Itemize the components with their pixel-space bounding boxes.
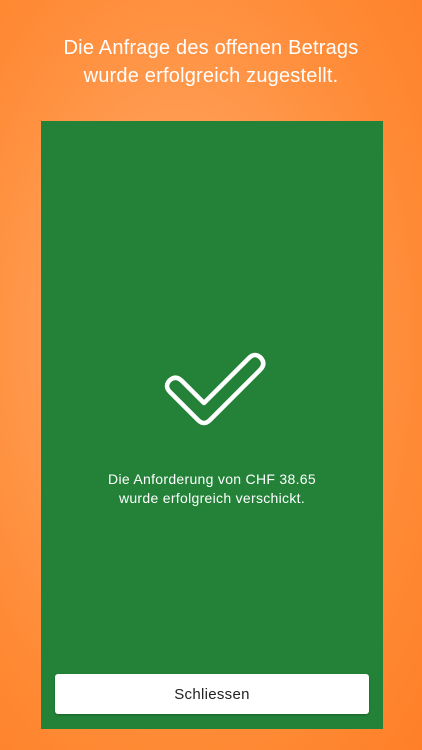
success-message: Die Anforderung von CHF 38.65 wurde erfo… — [41, 470, 383, 508]
header-line-1: Die Anfrage des offenen Betrags — [63, 37, 359, 59]
confirmation-header: Die Anfrage des offenen Betrags wurde er… — [0, 34, 422, 90]
message-line-1: Die Anforderung von CHF 38.65 — [108, 471, 316, 487]
success-card: Die Anforderung von CHF 38.65 wurde erfo… — [41, 121, 383, 729]
close-button[interactable]: Schliessen — [55, 674, 369, 714]
header-line-2: wurde erfolgreich zugestellt. — [83, 65, 339, 87]
checkmark-icon — [164, 352, 266, 426]
message-line-2: wurde erfolgreich verschickt. — [118, 490, 306, 506]
